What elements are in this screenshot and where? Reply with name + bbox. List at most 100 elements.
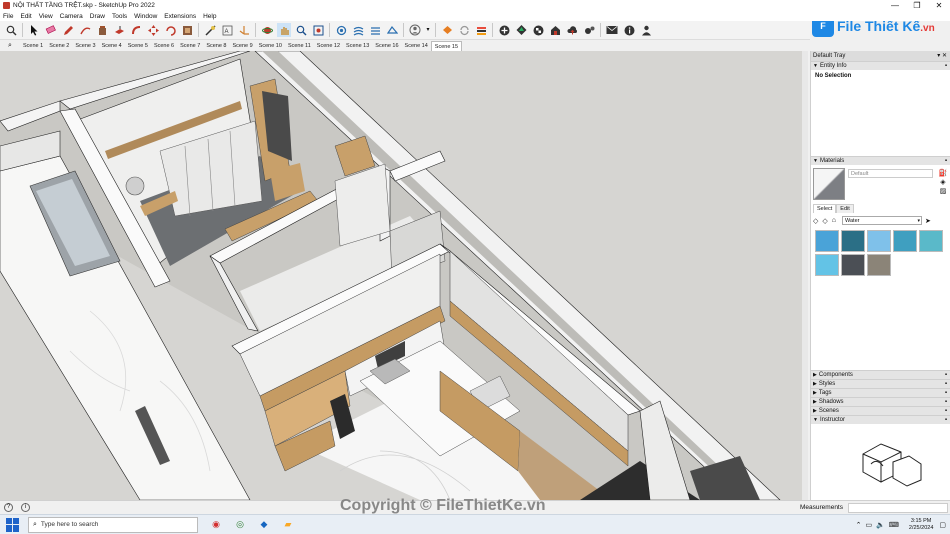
scene-tab[interactable]: Scene 7 (177, 41, 203, 51)
shadows-header[interactable]: ▶ Shadows ▪ (811, 397, 950, 406)
scene-tab[interactable]: Scene 1 (20, 41, 46, 51)
material-swatch[interactable] (841, 254, 865, 276)
material-library-select[interactable]: Water ▾ (842, 216, 923, 225)
menu-camera[interactable]: Camera (60, 13, 83, 20)
instructor-header[interactable]: ▼ Instructor ▪ (811, 415, 950, 424)
menu-help[interactable]: Help (203, 13, 216, 20)
home-icon[interactable]: ⌂ (832, 217, 836, 224)
material-swatch[interactable] (815, 230, 839, 252)
tray-close-icon[interactable]: ▾ ✕ (937, 51, 947, 61)
follow-me-icon[interactable] (129, 23, 143, 37)
file-explorer-icon[interactable]: ▰ (278, 517, 298, 533)
eraser-icon[interactable] (44, 23, 58, 37)
scene-tab[interactable]: Scene 12 (314, 41, 343, 51)
entity-info-header[interactable]: ▼ Entity Info ▪ (811, 61, 950, 70)
scene-tab[interactable]: Scene 2 (46, 41, 72, 51)
person-icon[interactable] (639, 23, 653, 37)
sketchup-icon[interactable]: ◆ (254, 517, 274, 533)
styles-header[interactable]: ▶ Styles ▪ (811, 379, 950, 388)
scenes-header[interactable]: ▶ Scenes ▪ (811, 406, 950, 415)
extension-settings-icon[interactable] (582, 23, 596, 37)
rotate-icon[interactable] (163, 23, 177, 37)
waves-icon[interactable] (368, 23, 382, 37)
menu-file[interactable]: File (3, 13, 13, 20)
app-red-icon[interactable]: ◉ (206, 517, 226, 533)
zoom-icon[interactable] (294, 23, 308, 37)
back-icon[interactable]: ◇ (813, 217, 818, 225)
stack-icon[interactable] (474, 23, 488, 37)
model-viewport[interactable] (0, 51, 808, 500)
scene-tab[interactable]: Scene 11 (285, 41, 314, 51)
material-name-field[interactable]: Default (848, 169, 933, 178)
paint-bucket-icon[interactable] (95, 23, 109, 37)
info-icon[interactable]: i (21, 503, 30, 512)
menu-draw[interactable]: Draw (90, 13, 105, 20)
material-swatch[interactable] (919, 230, 943, 252)
components-header[interactable]: ▶ Components ▪ (811, 370, 950, 379)
scene-tab[interactable]: Scene 9 (230, 41, 256, 51)
scene-tab[interactable]: Scene 4 (99, 41, 125, 51)
tab-edit[interactable]: Edit (836, 204, 854, 213)
checker-icon[interactable] (531, 23, 545, 37)
panel-menu-icon[interactable]: ▪ (945, 389, 947, 397)
move-icon[interactable] (146, 23, 160, 37)
material-swatch[interactable] (893, 230, 917, 252)
create-material-icon[interactable]: ◈ (938, 178, 948, 187)
forward-icon[interactable]: ◇ (822, 217, 827, 225)
layers-icon[interactable] (351, 23, 365, 37)
show-hidden-icon[interactable]: ⌃ (856, 521, 862, 529)
tape-measure-icon[interactable] (203, 23, 217, 37)
user-account-icon[interactable] (408, 23, 422, 37)
maximize-button[interactable]: ❐ (906, 0, 928, 11)
panel-menu-icon[interactable]: ▪ (945, 62, 947, 70)
pan-icon[interactable] (277, 23, 291, 37)
cloud-upload-icon[interactable] (565, 23, 579, 37)
material-swatch[interactable] (841, 230, 865, 252)
pencil-icon[interactable] (61, 23, 75, 37)
menu-window[interactable]: Window (134, 13, 157, 20)
taskbar-clock[interactable]: 3:15 PM 2/25/2024 (909, 518, 933, 532)
panel-menu-icon[interactable]: ▪ (945, 380, 947, 388)
tab-select[interactable]: Select (813, 204, 837, 213)
menu-edit[interactable]: Edit (20, 13, 31, 20)
menu-tools[interactable]: Tools (112, 13, 127, 20)
taskbar-search-box[interactable]: ⌕ Type here to search (28, 516, 198, 533)
add-circle-icon[interactable] (497, 23, 511, 37)
language-icon[interactable]: ⌨ (889, 521, 899, 529)
panel-menu-icon[interactable]: ▪ (945, 407, 947, 415)
scene-search-icon[interactable]: ⌕ (0, 41, 20, 51)
panel-menu-icon[interactable]: ▪ (945, 157, 947, 165)
scene-tab[interactable]: Scene 13 (343, 41, 372, 51)
paint-bucket-icon[interactable]: ⛽ (938, 169, 948, 178)
volume-icon[interactable]: 🔈 (876, 521, 885, 529)
scene-tab[interactable]: Scene 6 (151, 41, 177, 51)
shape-icon[interactable] (78, 23, 92, 37)
tree-icon[interactable] (514, 23, 528, 37)
details-arrow-icon[interactable]: ➤ (925, 217, 931, 225)
scene-tab-active[interactable]: Scene 15 (430, 41, 463, 51)
tags-header[interactable]: ▶ Tags ▪ (811, 388, 950, 397)
help-icon[interactable]: ? (4, 503, 13, 512)
generate-report-icon[interactable] (440, 23, 454, 37)
network-icon[interactable]: ▭ (865, 521, 872, 529)
orbit-icon[interactable] (260, 23, 274, 37)
search-icon[interactable] (4, 23, 18, 37)
solid-tools-icon[interactable] (385, 23, 399, 37)
viewport-scrollbar[interactable] (802, 51, 808, 500)
axes-icon[interactable] (237, 23, 251, 37)
scene-tab[interactable]: Scene 3 (72, 41, 98, 51)
scene-tab[interactable]: Scene 5 (125, 41, 151, 51)
scene-tab[interactable]: Scene 14 (402, 41, 431, 51)
scene-tab[interactable]: Scene 10 (256, 41, 285, 51)
menu-extensions[interactable]: Extensions (164, 13, 196, 20)
section-icon[interactable] (334, 23, 348, 37)
menu-view[interactable]: View (39, 13, 53, 20)
panel-menu-icon[interactable]: ▪ (945, 398, 947, 406)
close-button[interactable]: ✕ (928, 0, 950, 11)
panel-menu-icon[interactable]: ▪ (945, 416, 947, 424)
scene-tab[interactable]: Scene 16 (372, 41, 401, 51)
chrome-icon[interactable]: ◎ (230, 517, 250, 533)
notification-icon[interactable]: ▢ (939, 521, 946, 529)
warehouse-icon[interactable] (548, 23, 562, 37)
scale-icon[interactable] (180, 23, 194, 37)
